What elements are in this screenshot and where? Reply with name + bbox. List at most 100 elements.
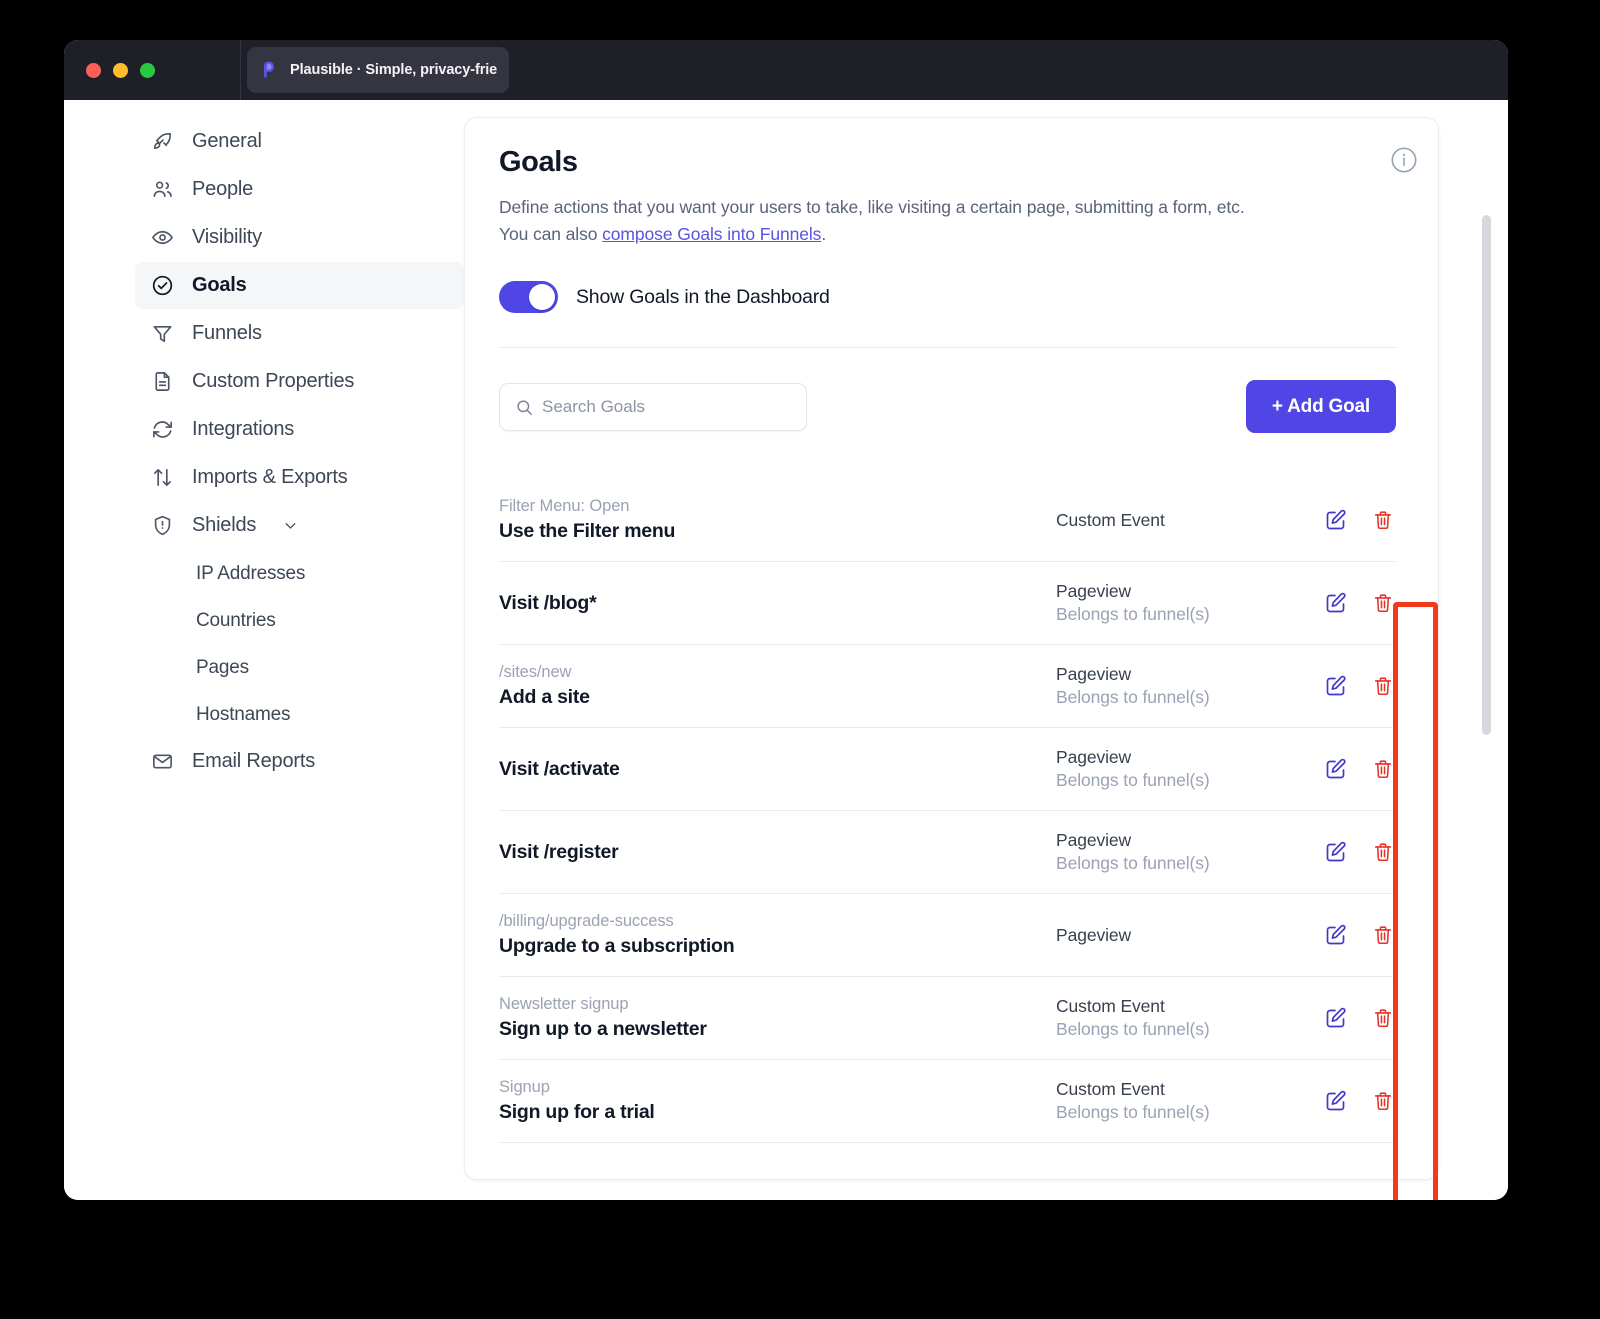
delete-goal-button[interactable] xyxy=(1372,509,1394,531)
maximize-window-button[interactable] xyxy=(140,63,155,78)
page-scrollbar-thumb[interactable] xyxy=(1482,215,1491,735)
delete-goal-button[interactable] xyxy=(1372,841,1394,863)
edit-goal-button[interactable] xyxy=(1324,1006,1348,1030)
pencil-square-icon xyxy=(1324,1089,1348,1113)
sidebar-item-goals[interactable]: Goals xyxy=(135,262,464,309)
sidebar-item-integrations[interactable]: Integrations xyxy=(135,406,464,453)
browser-tab[interactable]: Plausible · Simple, privacy-frien xyxy=(247,47,509,93)
window-controls[interactable] xyxy=(64,63,240,78)
sidebar-item-funnels[interactable]: Funnels xyxy=(135,310,464,357)
goal-funnel-note: Belongs to funnel(s) xyxy=(1056,853,1308,874)
edit-goal-button[interactable] xyxy=(1324,508,1348,532)
goals-actions-row: + Add Goal xyxy=(499,380,1396,433)
page-scrollbar-track[interactable] xyxy=(1490,100,1500,1200)
arrows-updown-icon xyxy=(151,466,174,489)
row-actions xyxy=(1308,674,1396,698)
delete-goal-button[interactable] xyxy=(1372,1090,1394,1112)
edit-goal-button[interactable] xyxy=(1324,923,1348,947)
goal-type-label: Pageview xyxy=(1056,925,1308,946)
goal-type: Pageview Belongs to funnel(s) xyxy=(1056,658,1308,714)
table-row: /sites/new Add a site Pageview Belongs t… xyxy=(499,645,1396,728)
add-goal-button[interactable]: + Add Goal xyxy=(1246,380,1396,433)
sidebar-item-imports-exports[interactable]: Imports & Exports xyxy=(135,454,464,501)
chevron-down-icon[interactable] xyxy=(282,517,299,534)
edit-goal-button[interactable] xyxy=(1324,591,1348,615)
trash-icon xyxy=(1372,1090,1394,1112)
table-row: Visit /blog* Pageview Belongs to funnel(… xyxy=(499,562,1396,645)
goal-type-label: Pageview xyxy=(1056,830,1308,851)
browser-window: Plausible · Simple, privacy-frien Genera… xyxy=(64,40,1508,1200)
delete-goal-button[interactable] xyxy=(1372,592,1394,614)
sidebar-item-general[interactable]: General xyxy=(135,118,464,165)
page-title: Goals xyxy=(499,146,1396,179)
goal-type-label: Pageview xyxy=(1056,747,1308,768)
description-line-2-prefix: You can also xyxy=(499,224,602,244)
sidebar-item-custom-properties[interactable]: Custom Properties xyxy=(135,358,464,405)
browser-tabstrip: Plausible · Simple, privacy-frien xyxy=(240,40,1508,100)
sidebar-item-shields[interactable]: Shields xyxy=(135,502,464,549)
row-actions xyxy=(1308,1089,1396,1113)
goal-type: Custom Event Belongs to funnel(s) xyxy=(1056,990,1308,1046)
goal-event-name: /billing/upgrade-success xyxy=(499,912,1056,931)
shield-icon xyxy=(151,514,174,537)
sidebar-item-label: Funnels xyxy=(192,322,262,345)
edit-goal-button[interactable] xyxy=(1324,1089,1348,1113)
delete-goal-button[interactable] xyxy=(1372,924,1394,946)
refresh-icon xyxy=(151,418,174,441)
goal-funnel-note: Belongs to funnel(s) xyxy=(1056,604,1308,625)
compose-goals-into-funnels-link[interactable]: compose Goals into Funnels xyxy=(602,224,821,244)
page-description: Define actions that you want your users … xyxy=(499,194,1379,248)
search-input[interactable] xyxy=(542,397,782,417)
funnel-icon xyxy=(151,322,174,345)
sidebar-item-countries[interactable]: Countries xyxy=(135,597,464,644)
sidebar-subitem-label: Countries xyxy=(196,610,276,632)
trash-icon xyxy=(1372,841,1394,863)
trash-icon xyxy=(1372,675,1394,697)
close-window-button[interactable] xyxy=(86,63,101,78)
goal-event-name: Newsletter signup xyxy=(499,995,1056,1014)
goal-display-name: Visit /blog* xyxy=(499,592,1056,615)
sidebar-item-label: People xyxy=(192,178,253,201)
goal-display-name: Sign up for a trial xyxy=(499,1101,1056,1124)
description-line-2-suffix: . xyxy=(821,224,826,244)
row-actions xyxy=(1308,840,1396,864)
toggle-knob xyxy=(529,284,555,310)
show-goals-in-dashboard-toggle[interactable] xyxy=(499,281,558,313)
table-row: Newsletter signup Sign up to a newslette… xyxy=(499,977,1396,1060)
goal-type-label: Custom Event xyxy=(1056,996,1308,1017)
goal-event-name: Signup xyxy=(499,1078,1056,1097)
goal-display-name: Use the Filter menu xyxy=(499,520,1056,543)
sidebar-subitem-label: Pages xyxy=(196,657,249,679)
info-circle-icon[interactable] xyxy=(1390,146,1418,179)
envelope-icon xyxy=(151,750,174,773)
row-actions xyxy=(1308,1006,1396,1030)
sidebar-subitem-label: IP Addresses xyxy=(196,563,305,585)
show-goals-toggle-label: Show Goals in the Dashboard xyxy=(576,286,830,309)
delete-goal-button[interactable] xyxy=(1372,758,1394,780)
sidebar-item-label: Shields xyxy=(192,514,256,537)
sidebar-item-label: General xyxy=(192,130,262,153)
sidebar-item-people[interactable]: People xyxy=(135,166,464,213)
document-icon xyxy=(151,370,174,393)
goal-type: Pageview xyxy=(1056,919,1308,952)
pencil-square-icon xyxy=(1324,508,1348,532)
delete-goal-button[interactable] xyxy=(1372,675,1394,697)
edit-goal-button[interactable] xyxy=(1324,840,1348,864)
goal-funnel-note: Belongs to funnel(s) xyxy=(1056,687,1308,708)
goal-info: Signup Sign up for a trial xyxy=(499,1072,1056,1130)
pencil-square-icon xyxy=(1324,840,1348,864)
minimize-window-button[interactable] xyxy=(113,63,128,78)
search-icon xyxy=(515,398,534,417)
sidebar-item-ip-addresses[interactable]: IP Addresses xyxy=(135,550,464,597)
delete-goal-button[interactable] xyxy=(1372,1007,1394,1029)
sidebar-item-visibility[interactable]: Visibility xyxy=(135,214,464,261)
goal-type: Custom Event xyxy=(1056,504,1308,537)
edit-goal-button[interactable] xyxy=(1324,757,1348,781)
sidebar-item-hostnames[interactable]: Hostnames xyxy=(135,691,464,738)
edit-goal-button[interactable] xyxy=(1324,674,1348,698)
pencil-square-icon xyxy=(1324,674,1348,698)
search-goals-box[interactable] xyxy=(499,383,807,431)
goals-list: Filter Menu: Open Use the Filter menu Cu… xyxy=(499,479,1396,1143)
sidebar-item-pages[interactable]: Pages xyxy=(135,644,464,691)
sidebar-item-email-reports[interactable]: Email Reports xyxy=(135,738,464,785)
